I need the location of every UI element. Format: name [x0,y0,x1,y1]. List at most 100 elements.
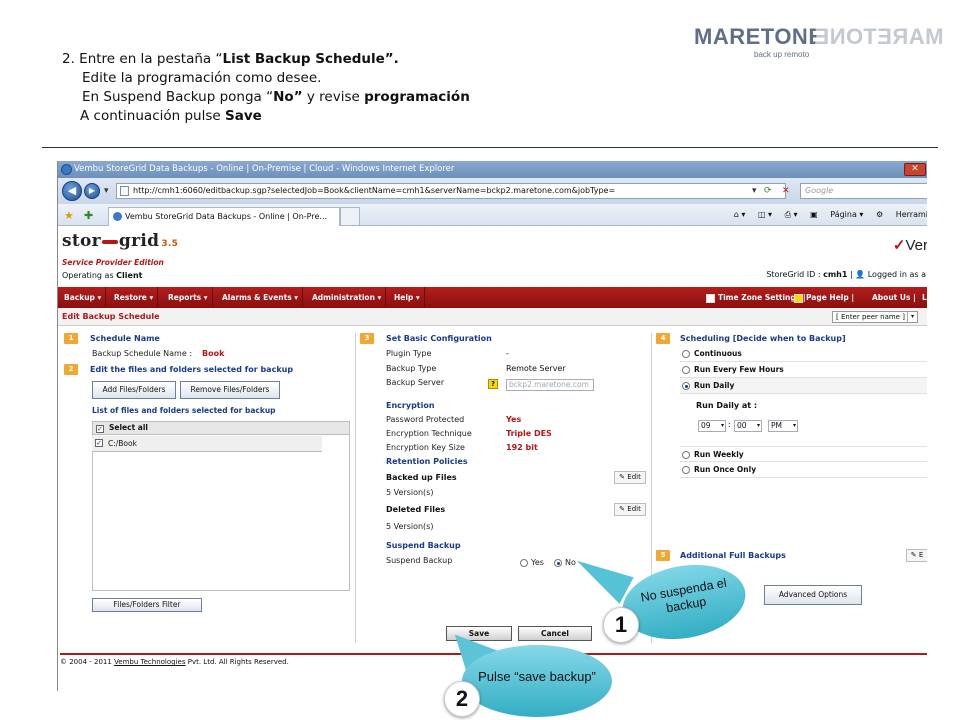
brand-part-b: grid [118,231,160,251]
storegrid-id: StoreGrid ID : cmh1 | 👤 Logged in as a [766,270,926,279]
brand-version: 3.5 [161,239,179,249]
suspend-yes-label: Yes [531,558,544,567]
menu-help[interactable]: Help ▾ [390,287,425,308]
help-icon[interactable]: ? [488,379,498,389]
item-checkbox[interactable]: ✓ [95,439,103,447]
encryption-key-label: Encryption Key Size [386,443,465,452]
peer-name-select[interactable]: [ Enter peer name ] ▾ [832,311,918,323]
feeds-icon[interactable]: ◫ ▾ [758,210,772,219]
vembu-link[interactable]: Vembu Technologies [114,658,185,666]
hour-value: 09 [701,421,711,430]
suspend-yes-radio[interactable] [520,559,528,567]
instructions: 2. Entre en la pestaña “List Backup Sche… [62,50,470,126]
advanced-options-button[interactable]: Advanced Options [764,585,862,605]
copyright-prefix: © 2004 - 2011 [60,658,115,666]
instruction-1-text: 2. Entre en la pestaña “ [62,51,223,67]
copyright-suffix: Pvt. Ltd. All Rights Reserved. [185,658,289,666]
edit-additional-button[interactable]: ✎ E [906,549,927,562]
once-radio[interactable] [682,466,690,474]
menu-administration[interactable]: Administration ▾ [308,287,387,308]
files-list-title: List of files and folders selected for b… [92,406,276,415]
search-input[interactable]: Google [800,183,927,199]
remove-files-button[interactable]: Remove Files/Folders [180,381,280,399]
close-window-button[interactable]: ✕ [904,163,926,176]
about-us-link[interactable]: About Us | [872,287,916,308]
forward-icon[interactable]: ▶ [84,183,100,199]
maretone-logo: MARETONE MARETONE back up remoto [694,24,944,66]
weekly-radio[interactable] [682,451,690,459]
few-hours-radio[interactable] [682,366,690,374]
backup-server-input[interactable]: bckp2.maretone.com [506,379,594,391]
tools-menu[interactable]: ⚙ Herrami [876,210,927,219]
menu-reports[interactable]: Reports ▾ [164,287,213,308]
page-menu[interactable]: ▣ Página ▾ [810,210,863,219]
suspend-no-radio[interactable] [554,559,562,567]
option-daily[interactable]: Run Daily [680,378,927,394]
history-dropdown-icon[interactable]: ▾ [104,183,109,199]
back-icon[interactable]: ◀ [62,181,82,201]
refresh-icon[interactable]: ⟳ [764,183,772,199]
page-menu-label: Página [830,210,857,219]
browser-tab[interactable]: Vembu StoreGrid Data Backups - Online | … [108,207,340,226]
operating-role: Client [116,271,143,280]
instruction-3-bold: No” [273,89,303,105]
logo-text: MARETONE [694,24,824,49]
plugin-type-value: - [506,349,509,358]
stop-icon[interactable]: ✕ [782,183,790,199]
continuous-radio[interactable] [682,350,690,358]
menu-alarms-events[interactable]: Alarms & Events ▾ [218,287,304,308]
minute-select[interactable]: 00 ▾ [734,420,762,432]
instruction-line-1: 2. Entre en la pestaña “List Backup Sche… [62,50,470,69]
tab-bar: ★ ✚ Vembu StoreGrid Data Backups - Onlin… [58,204,927,226]
print-icon[interactable]: ⎙ ▾ [785,210,798,219]
instruction-3-mid: y revise [302,89,365,105]
ie-icon [61,164,72,175]
select-all-checkbox[interactable]: ✓ [96,425,104,433]
schedule-name-value: Book [202,349,225,358]
add-favorites-icon[interactable]: ✚ [84,209,93,222]
address-bar: ◀ ▶ ▾ http://cmh1:6060/editbackup.sgp?se… [58,178,927,204]
edit-deleted-button[interactable]: ✎ Edit [614,503,646,516]
brand-swoosh [101,239,118,244]
password-protected-value: Yes [506,415,522,424]
daily-radio[interactable] [682,382,690,390]
brand-part-a: stor [62,231,101,251]
add-files-button[interactable]: Add Files/Folders [92,381,176,399]
cancel-button[interactable]: Cancel [518,626,592,641]
instruction-1-bold: List Backup Schedule”. [222,51,399,67]
edit-label: E [918,551,924,559]
favorites-star-icon[interactable]: ★ [64,209,74,222]
option-continuous[interactable]: Continuous [680,346,927,362]
ampm-select[interactable]: PM ▾ [768,420,798,432]
menu-restore[interactable]: Restore ▾ [110,287,159,308]
list-item[interactable]: ✓ C:/Book [92,436,322,452]
files-filter-button[interactable]: Files/Folders Filter [92,598,202,612]
menu-backup[interactable]: Backup ▾ [60,287,107,308]
retention-title: Retention Policies [386,457,468,466]
weekly-label: Run Weekly [694,450,744,459]
minute-value: 00 [737,421,747,430]
step-badge-4: 4 [656,333,670,344]
select-all-row[interactable]: ✓ Select all [92,421,350,435]
browser-screenshot: Vembu StoreGrid Data Backups - Online | … [57,161,927,691]
url-text: http://cmh1:6060/editbackup.sgp?selected… [133,186,616,195]
page-title: Edit Backup Schedule [62,312,160,321]
clock-icon [706,293,715,303]
url-input[interactable]: http://cmh1:6060/editbackup.sgp?selected… [116,183,786,199]
logout-link[interactable]: L [922,287,927,308]
time-zone-settings-link[interactable]: Time Zone Settings | [706,287,806,308]
operating-prefix: Operating as [62,271,117,280]
option-weekly[interactable]: Run Weekly [680,446,927,462]
edit-backed-up-button[interactable]: ✎ Edit [614,471,646,484]
page-subheader: Edit Backup Schedule [ Enter peer name ]… [58,308,927,326]
page-help-link[interactable]: Page Help | [794,287,854,308]
command-bar: ⌂ ▾ ◫ ▾ ⎙ ▾ ▣ Página ▾ ⚙ Herrami [724,207,927,223]
callout-1-number: 1 [603,607,639,643]
url-dropdown-icon[interactable]: ▾ [752,183,757,199]
home-icon[interactable]: ⌂ ▾ [734,210,746,219]
new-tab-button[interactable] [340,207,360,226]
hour-select[interactable]: 09 ▾ [698,420,726,432]
chevron-down-icon: ▾ [907,312,917,322]
option-once[interactable]: Run Once Only [680,462,927,478]
option-every-few-hours[interactable]: Run Every Few Hours [680,362,927,378]
